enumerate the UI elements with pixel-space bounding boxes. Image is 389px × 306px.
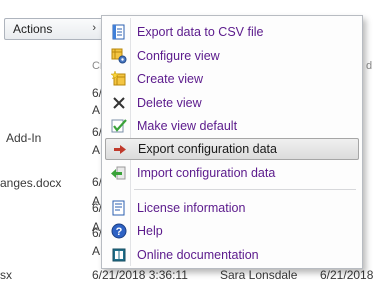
menu-item-import-configuration[interactable]: Import configuration data (105, 162, 359, 184)
svg-text:?: ? (116, 226, 123, 238)
menu-item-export-csv[interactable]: Export data to CSV file (105, 21, 359, 43)
row-file-name[interactable]: Add-In (6, 131, 41, 145)
menu-item-label: Help (137, 224, 163, 238)
menu-item-label: Export configuration data (138, 142, 277, 156)
menu-item-label: Export data to CSV file (137, 25, 264, 39)
checkmark-icon (111, 118, 127, 134)
menu-item-create-view[interactable]: Create view (105, 68, 359, 90)
row-file-name[interactable]: sx (0, 268, 12, 282)
column-header-modified: d (366, 60, 373, 72)
import-arrow-icon (111, 165, 127, 181)
menu-item-delete-view[interactable]: Delete view (105, 92, 359, 114)
menu-item-configure-view[interactable]: Configure view (105, 45, 359, 67)
chevron-right-icon: › (92, 22, 96, 34)
configure-view-icon (111, 48, 127, 64)
menu-item-license-information[interactable]: License information (105, 197, 359, 219)
menu-item-label: Import configuration data (137, 166, 276, 180)
create-view-icon (111, 71, 127, 87)
menu-item-help[interactable]: ? Help (105, 220, 359, 242)
export-arrow-icon (112, 141, 128, 157)
row-created: 6/21/2018 3:36:11 (92, 268, 188, 282)
menu-item-label: Online documentation (137, 248, 259, 262)
menu-item-label: Create view (137, 72, 203, 86)
menu-item-online-documentation[interactable]: Online documentation (105, 244, 359, 266)
menu-item-make-view-default[interactable]: Make view default (105, 115, 359, 137)
menu-item-label: Make view default (137, 119, 238, 133)
csv-file-icon (111, 24, 127, 40)
actions-button-label: Actions (13, 22, 53, 36)
book-icon (111, 247, 127, 263)
menu-separator (134, 189, 356, 190)
row-file-name[interactable]: anges.docx (0, 176, 61, 190)
row-author: Sara Lonsdale (220, 268, 298, 282)
menu-item-label: Configure view (137, 49, 220, 63)
menu-item-label: License information (137, 201, 246, 215)
actions-menu: Export data to CSV file Configure view C… (101, 15, 363, 269)
help-icon: ? (111, 223, 127, 239)
menu-item-label: Delete view (137, 96, 202, 110)
delete-x-icon (111, 95, 127, 111)
actions-button[interactable]: Actions › (4, 18, 104, 40)
menu-item-export-configuration[interactable]: Export configuration data (105, 138, 359, 160)
license-icon (111, 200, 127, 216)
row-modified: 6/21/2018 (320, 268, 374, 282)
